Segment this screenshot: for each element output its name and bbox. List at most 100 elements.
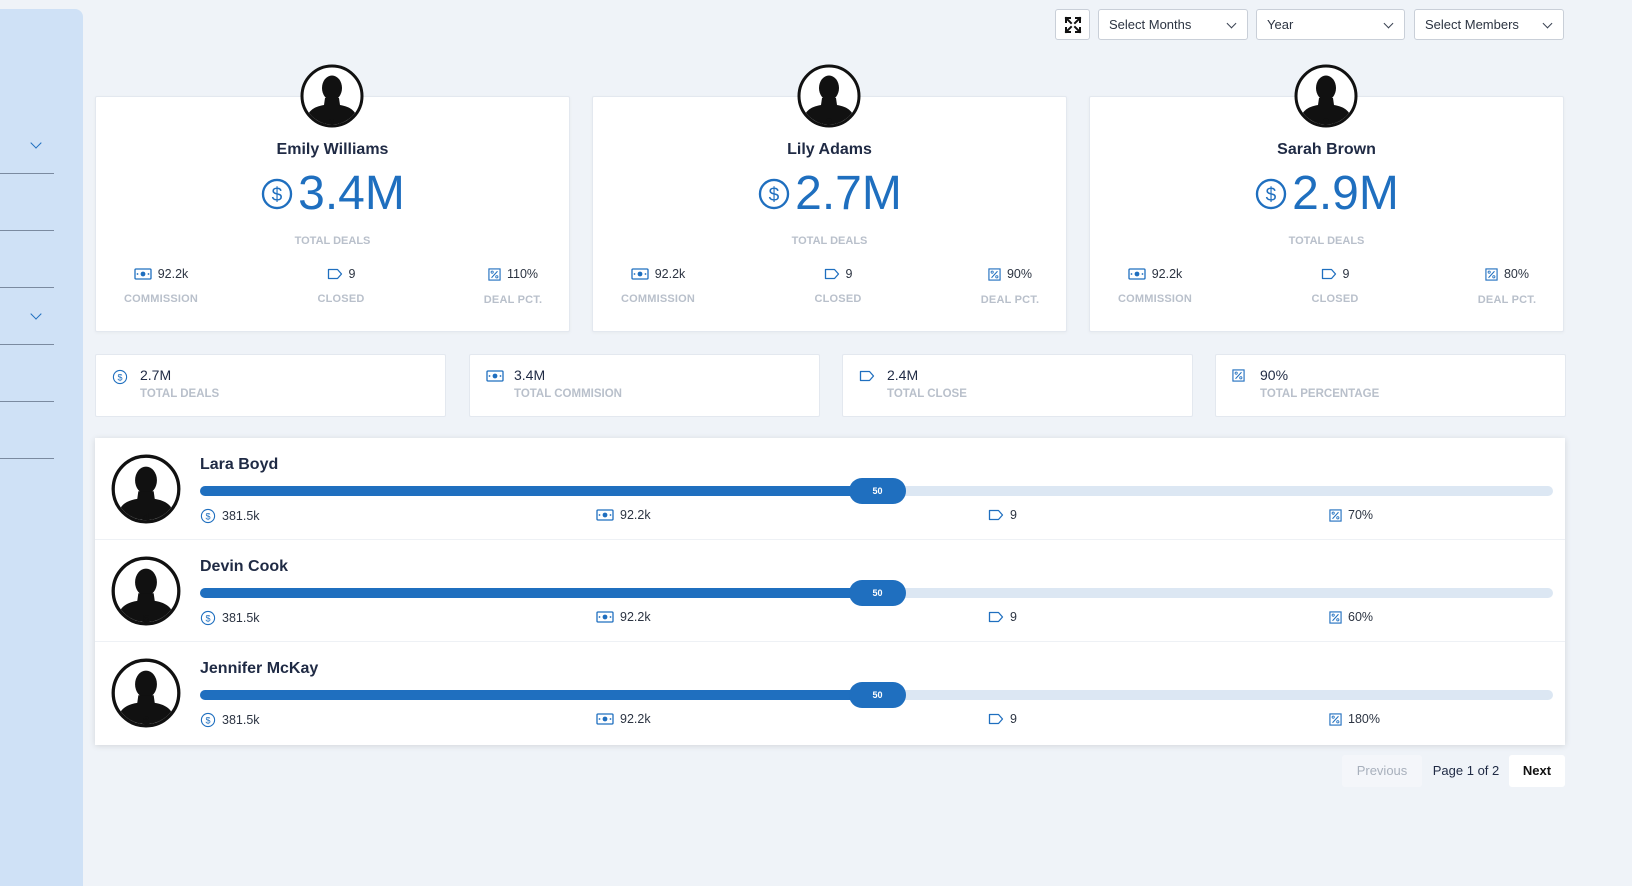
percent-icon: [1329, 713, 1342, 726]
year-dropdown[interactable]: Year: [1256, 9, 1405, 40]
commission-value: 92.2k: [654, 267, 686, 281]
sidebar-item[interactable]: [0, 288, 54, 345]
tag-icon: [327, 268, 343, 280]
total-deals-amount: 3.4M: [96, 169, 569, 219]
commission-stat: 92.2k: [596, 610, 651, 624]
rank-number: 2: [1322, 116, 1330, 130]
deals-value: 381.5k: [222, 509, 260, 523]
summary-label: TOTAL CLOSE: [887, 388, 967, 400]
sidebar-item[interactable]: [0, 402, 54, 459]
commission-stat: 92.2k COMMISSION: [1100, 267, 1210, 305]
commission-value: 92.2k: [1151, 267, 1183, 281]
page-indicator: Page 1 of 2: [1432, 763, 1500, 778]
deal-pct-stat: 90% DEAL PCT.: [955, 267, 1065, 306]
previous-page-button[interactable]: Previous: [1342, 755, 1422, 787]
dollar-circle-icon: [1254, 177, 1288, 211]
closed-stat: 9: [988, 712, 1017, 726]
commission-label: COMMISSION: [1117, 293, 1193, 305]
percent-icon: [1329, 611, 1342, 624]
performer-name: Emily Williams: [276, 141, 389, 158]
tag-icon: [988, 713, 1004, 725]
deal-pct-value: 80%: [1503, 267, 1530, 281]
top-performer-card: Lily Adams 2.7M TOTAL DEALS 92.2k COMMIS…: [592, 96, 1067, 332]
deals-value: 381.5k: [222, 713, 260, 727]
list-item: 4 Lara Boyd 50 381.5k 92.2k 9 70%: [95, 438, 1565, 540]
chevron-down-icon: [30, 308, 42, 320]
list-item: 6 Jennifer McKay 50 381.5k 92.2k 9 180%: [95, 642, 1565, 744]
commission-value: 92.2k: [620, 508, 651, 522]
sidebar-item[interactable]: [0, 117, 54, 174]
next-page-button[interactable]: Next: [1509, 755, 1565, 787]
ranking-list: 4 Lara Boyd 50 381.5k 92.2k 9 70% 5 Devi…: [95, 438, 1565, 745]
summary-card: 2.4M TOTAL CLOSE: [842, 354, 1193, 417]
rank-number: 2: [825, 116, 833, 130]
percent-icon: [1329, 509, 1342, 522]
progress-badge: 50: [849, 478, 906, 504]
sidebar: [0, 9, 83, 886]
dollar-circle-icon: [260, 177, 294, 211]
amount-label: TOTAL DEALS: [294, 235, 371, 247]
summary-value: 2.4M: [887, 367, 919, 383]
closed-label: CLOSED: [814, 293, 862, 305]
list-item: 5 Devin Cook 50 381.5k 92.2k 9 60%: [95, 540, 1565, 642]
chevron-down-icon: [30, 137, 42, 149]
commission-label: COMMISSION: [620, 293, 696, 305]
summary-value: 90%: [1260, 367, 1289, 383]
pct-value: 70%: [1348, 508, 1374, 522]
progress-fill: [200, 690, 877, 700]
commission-value: 92.2k: [157, 267, 189, 281]
tag-icon: [988, 611, 1004, 623]
closed-stat: 9: [988, 610, 1017, 624]
select-months-label: Select Months: [1109, 17, 1192, 32]
select-members-label: Select Members: [1425, 17, 1519, 32]
deal-pct-value: 110%: [506, 267, 539, 281]
deals-stat: 381.5k: [200, 610, 260, 626]
expand-icon: [1064, 16, 1081, 33]
progress-track: 50: [200, 478, 1553, 504]
closed-label: CLOSED: [1311, 293, 1359, 305]
commission-stat: 92.2k COMMISSION: [603, 267, 713, 305]
member-name: Devin Cook: [200, 558, 289, 575]
performer-name: Lily Adams: [787, 141, 872, 158]
performer-name: Sarah Brown: [1277, 141, 1376, 158]
sidebar-item[interactable]: [0, 231, 54, 288]
percent-icon: [1232, 369, 1245, 382]
chevron-down-icon: [1383, 18, 1394, 29]
member-name: Jennifer McKay: [200, 660, 319, 677]
top-performer-card: Sarah Brown 2.9M TOTAL DEALS 92.2k COMMI…: [1089, 96, 1564, 332]
deal-pct-stat: 80% DEAL PCT.: [1452, 267, 1562, 306]
deal-pct-value: 90%: [1006, 267, 1033, 281]
pct-value: 180%: [1348, 712, 1380, 726]
dollar-circle-icon: [200, 508, 216, 524]
progress-badge: 50: [849, 580, 906, 606]
progress-fill: [200, 588, 877, 598]
banknote-icon: [596, 713, 614, 725]
amount-label: TOTAL DEALS: [791, 235, 868, 247]
tag-icon: [824, 268, 840, 280]
commission-label: COMMISSION: [123, 293, 199, 305]
deals-value: 381.5k: [222, 611, 260, 625]
member-name: Lara Boyd: [200, 456, 279, 473]
rank-number: 4: [142, 510, 150, 524]
closed-value: 9: [1010, 712, 1017, 726]
banknote-icon: [1128, 268, 1146, 280]
rank-number: 6: [142, 714, 150, 728]
banknote-icon: [486, 370, 504, 382]
summary-card: 2.7M TOTAL DEALS: [95, 354, 446, 417]
commission-stat: 92.2k: [596, 712, 651, 726]
avatar: 1: [300, 64, 364, 130]
select-months-dropdown[interactable]: Select Months: [1098, 9, 1248, 40]
tag-icon: [1321, 268, 1337, 280]
select-members-dropdown[interactable]: Select Members: [1414, 9, 1564, 40]
summary-card: 3.4M TOTAL COMMISION: [469, 354, 820, 417]
dollar-circle-icon: [200, 610, 216, 626]
summary-label: TOTAL DEALS: [140, 388, 220, 400]
tag-icon: [988, 509, 1004, 521]
progress-badge: 50: [849, 682, 906, 708]
closed-value: 9: [1342, 267, 1350, 281]
banknote-icon: [596, 611, 614, 623]
closed-stat: 9 CLOSED: [286, 267, 396, 305]
fullscreen-button[interactable]: [1055, 9, 1090, 40]
sidebar-item[interactable]: [0, 174, 54, 231]
sidebar-item[interactable]: [0, 345, 54, 402]
